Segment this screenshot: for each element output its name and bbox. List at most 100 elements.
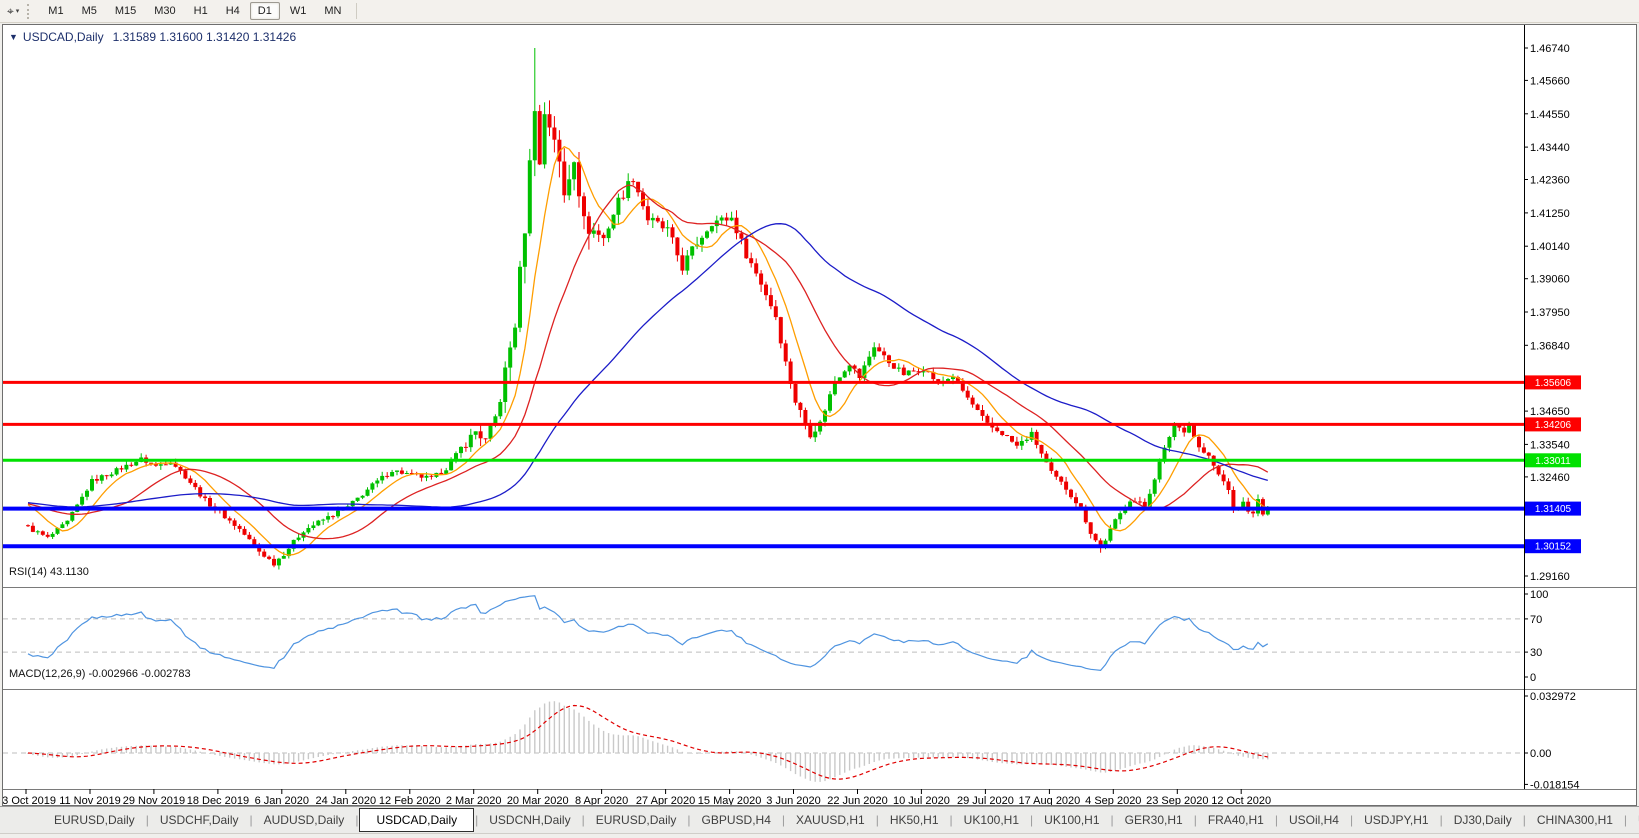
svg-text:29 Nov 2019: 29 Nov 2019: [123, 795, 185, 805]
tab-uk100-h1[interactable]: UK100,H1: [1034, 809, 1109, 831]
svg-text:17 Aug 2020: 17 Aug 2020: [1019, 795, 1081, 805]
svg-text:24 Jan 2020: 24 Jan 2020: [316, 795, 377, 805]
timeframe-button-w1[interactable]: W1: [282, 2, 315, 20]
timeframe-button-h1[interactable]: H1: [186, 2, 216, 20]
tab-audusd-daily[interactable]: AUDUSD,Daily: [254, 809, 355, 831]
svg-text:1.37950: 1.37950: [1530, 307, 1570, 319]
date-axis-labels: 23 Oct 201911 Nov 201929 Nov 201918 Dec …: [3, 789, 1271, 805]
svg-text:22 Jun 2020: 22 Jun 2020: [827, 795, 888, 805]
svg-text:-0.018154: -0.018154: [1530, 779, 1580, 791]
svg-text:0.00: 0.00: [1530, 748, 1551, 760]
svg-text:6 Jan 2020: 6 Jan 2020: [255, 795, 309, 805]
svg-text:70: 70: [1530, 614, 1542, 626]
svg-text:1.45660: 1.45660: [1530, 75, 1570, 87]
price-tags: 1.35606 1.34206 1.33011 1.31405 1.30152: [1525, 375, 1581, 553]
tab-usdcad-daily[interactable]: USDCAD,Daily: [359, 808, 474, 832]
rsi-axis-labels: 100 70 30 0: [1524, 589, 1548, 684]
svg-text:15 May 2020: 15 May 2020: [698, 795, 762, 805]
ma-mid-line: [28, 185, 1268, 539]
crosshair-cursor-icon: ⌖: [7, 5, 14, 17]
mt4-terminal: { "toolbar": { "cursor_tool_icon": "⌖", …: [0, 0, 1639, 838]
macd-axis-labels: 0.032972 0.00 -0.018154: [1524, 691, 1580, 791]
svg-text:30: 30: [1530, 647, 1542, 659]
cursor-tool-button[interactable]: ⌖ ▾: [3, 3, 23, 19]
svg-text:1.44550: 1.44550: [1530, 109, 1570, 121]
svg-text:1.41250: 1.41250: [1530, 208, 1570, 220]
ma-slow-line: [28, 224, 1268, 508]
tab-uk100-h1[interactable]: UK100,H1: [954, 809, 1029, 831]
macd-indicator-label: MACD(12,26,9) -0.002966 -0.002783: [9, 668, 191, 680]
svg-text:2 Mar 2020: 2 Mar 2020: [446, 795, 502, 805]
svg-text:1.33540: 1.33540: [1530, 439, 1570, 451]
toolbar-grip[interactable]: [27, 4, 33, 19]
svg-text:4 Sep 2020: 4 Sep 2020: [1085, 795, 1141, 805]
svg-text:23 Oct 2019: 23 Oct 2019: [3, 795, 56, 805]
svg-text:1.36840: 1.36840: [1530, 340, 1570, 352]
tab-usdchf-daily[interactable]: USDCHF,Daily: [150, 809, 249, 831]
symbol-dropdown-icon[interactable]: ▼: [9, 32, 18, 42]
tab-eurusd-daily[interactable]: EURUSD,Daily: [586, 809, 687, 831]
tab-usoil-h4[interactable]: USOil,H4: [1279, 809, 1349, 831]
svg-text:29 Jul 2020: 29 Jul 2020: [957, 795, 1014, 805]
macd-histogram: [28, 701, 1268, 782]
svg-text:0: 0: [1530, 672, 1536, 684]
timeframe-button-d1[interactable]: D1: [250, 2, 280, 20]
tab-china300-h1[interactable]: CHINA300,H1: [1527, 809, 1623, 831]
svg-text:8 Apr 2020: 8 Apr 2020: [575, 795, 628, 805]
chart-surface[interactable]: 1.46740 1.45660 1.44550 1.43440 1.42360 1.412…: [3, 25, 1636, 805]
svg-text:23 Sep 2020: 23 Sep 2020: [1146, 795, 1208, 805]
svg-text:1.34650: 1.34650: [1530, 406, 1570, 418]
tab-usdcnh-daily[interactable]: USDCNH,Daily: [479, 809, 580, 831]
rsi-indicator-label: RSI(14) 43.1130: [9, 566, 89, 578]
svg-text:11 Nov 2019: 11 Nov 2019: [59, 795, 121, 805]
chart-symbol-period: USDCAD,Daily: [23, 30, 104, 44]
chart-window: ▼ USDCAD,Daily 1.31589 1.31600 1.31420 1…: [2, 24, 1637, 806]
svg-text:3 Jun 2020: 3 Jun 2020: [766, 795, 820, 805]
svg-text:1.33011: 1.33011: [1535, 456, 1571, 467]
svg-text:1.29160: 1.29160: [1530, 571, 1570, 583]
svg-text:1.32460: 1.32460: [1530, 472, 1570, 484]
svg-text:1.42360: 1.42360: [1530, 175, 1570, 187]
toolbar-separator: [356, 3, 357, 19]
candlesticks: [26, 48, 1270, 570]
tab-usoil-h1[interactable]: USOil,H1: [1628, 809, 1639, 831]
toolbar: ⌖ ▾ M1M5M15M30H1H4D1W1MN: [0, 0, 1639, 23]
status-bar-edge: [0, 833, 1639, 838]
tab-eurusd-daily[interactable]: EURUSD,Daily: [44, 809, 145, 831]
svg-text:12 Feb 2020: 12 Feb 2020: [379, 795, 441, 805]
tab-xauusd-h1[interactable]: XAUUSD,H1: [786, 809, 875, 831]
svg-text:18 Dec 2019: 18 Dec 2019: [187, 795, 249, 805]
timeframe-button-m15[interactable]: M15: [107, 2, 144, 20]
timeframe-button-h4[interactable]: H4: [218, 2, 248, 20]
timeframe-button-m5[interactable]: M5: [74, 2, 105, 20]
svg-text:1.31405: 1.31405: [1535, 504, 1572, 515]
tab-dj30-daily[interactable]: DJ30,Daily: [1444, 809, 1522, 831]
svg-text:27 Apr 2020: 27 Apr 2020: [636, 795, 695, 805]
svg-text:1.46740: 1.46740: [1530, 43, 1570, 55]
timeframe-button-m30[interactable]: M30: [146, 2, 183, 20]
tab-fra40-h1[interactable]: FRA40,H1: [1198, 809, 1274, 831]
svg-text:100: 100: [1530, 589, 1548, 601]
tab-usdjpy-h1[interactable]: USDJPY,H1: [1354, 809, 1438, 831]
tab-ger30-h1[interactable]: GER30,H1: [1115, 809, 1193, 831]
svg-text:10 Jul 2020: 10 Jul 2020: [893, 795, 950, 805]
timeframe-button-mn[interactable]: MN: [316, 2, 349, 20]
chart-title: ▼ USDCAD,Daily 1.31589 1.31600 1.31420 1…: [9, 30, 296, 44]
tab-gbpusd-h4[interactable]: GBPUSD,H4: [692, 809, 781, 831]
svg-text:0.032972: 0.032972: [1530, 691, 1576, 703]
svg-text:1.34206: 1.34206: [1535, 420, 1572, 431]
svg-text:1.39060: 1.39060: [1530, 274, 1570, 286]
chevron-down-icon: ▾: [16, 7, 20, 15]
svg-text:12 Oct 2020: 12 Oct 2020: [1211, 795, 1271, 805]
svg-text:20 Mar 2020: 20 Mar 2020: [507, 795, 569, 805]
rsi-line: [28, 596, 1268, 671]
timeframe-button-m1[interactable]: M1: [40, 2, 71, 20]
chart-ohlc-values: 1.31589 1.31600 1.31420 1.31426: [113, 30, 297, 44]
svg-text:1.43440: 1.43440: [1530, 142, 1570, 154]
chart-tab-bar: EURUSD,Daily|USDCHF,Daily|AUDUSD,Daily|U…: [0, 806, 1639, 833]
timeframe-button-group: M1M5M15M30H1H4D1W1MN: [39, 2, 350, 20]
svg-text:1.30152: 1.30152: [1535, 542, 1572, 553]
svg-text:1.35606: 1.35606: [1535, 378, 1572, 389]
tab-hk50-h1[interactable]: HK50,H1: [880, 809, 949, 831]
svg-text:1.40140: 1.40140: [1530, 241, 1570, 253]
